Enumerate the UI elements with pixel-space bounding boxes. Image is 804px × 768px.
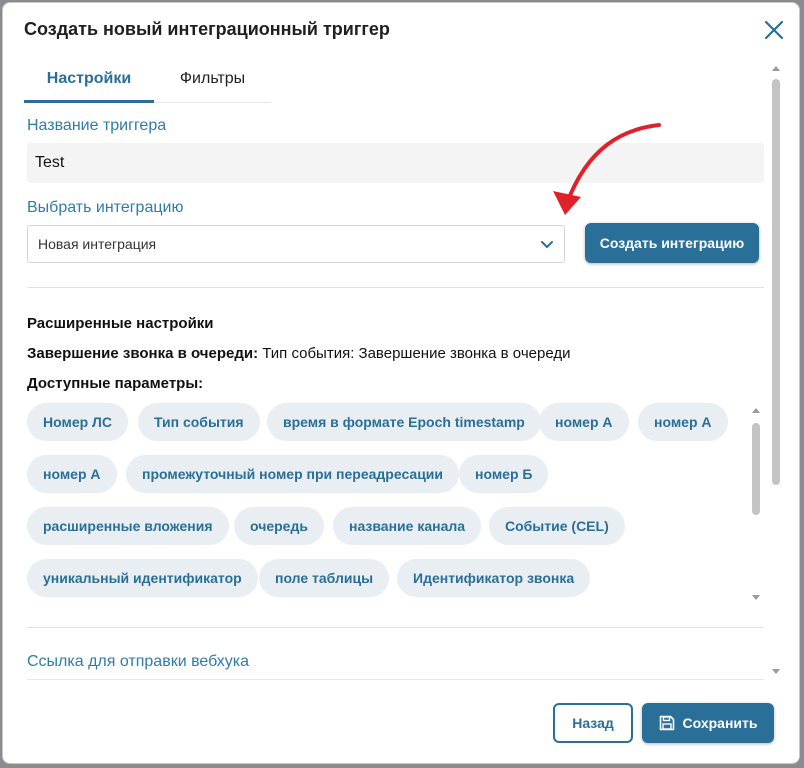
event-description: Завершение звонка в очереди: Тип события…: [27, 345, 570, 362]
available-params-label: Доступные параметры:: [27, 375, 204, 392]
param-chip[interactable]: Идентификатор звонка: [397, 559, 591, 597]
dialog-scrollbar[interactable]: [769, 63, 783, 677]
close-icon[interactable]: [763, 19, 785, 41]
param-chip[interactable]: номер А: [638, 403, 728, 441]
param-chip[interactable]: номер А: [27, 455, 117, 493]
param-chip[interactable]: номер А: [539, 403, 629, 441]
param-chip[interactable]: Событие (CEL): [489, 507, 625, 545]
param-chip[interactable]: поле таблицы: [259, 559, 390, 597]
integration-selected-value: Новая интеграция: [38, 236, 157, 252]
back-button[interactable]: Назад: [553, 703, 633, 743]
save-button-label: Сохранить: [682, 715, 758, 731]
param-chip[interactable]: промежуточный номер при переадресации: [126, 455, 460, 493]
event-label: Завершение звонка в очереди:: [27, 345, 259, 362]
save-button[interactable]: Сохранить: [642, 703, 774, 743]
tab-filters[interactable]: Фильтры: [154, 63, 271, 100]
integration-label: Выбрать интеграцию: [27, 199, 184, 216]
param-chip[interactable]: уникальный идентификатор: [27, 559, 258, 597]
chevron-down-icon: [541, 241, 553, 248]
tab-settings[interactable]: Настройки: [24, 63, 154, 103]
integration-select[interactable]: Новая интеграция: [27, 225, 565, 263]
param-chip[interactable]: очередь: [234, 507, 324, 545]
param-chip[interactable]: Тип события: [138, 403, 260, 441]
advanced-settings-title: Расширенные настройки: [27, 315, 214, 332]
param-chip[interactable]: расширенные вложения: [27, 507, 229, 545]
param-chip[interactable]: название канала: [333, 507, 482, 545]
webhook-url-field: [27, 679, 764, 680]
params-chip-list: Номер ЛС Тип события время в формате Epo…: [27, 403, 747, 603]
param-chip[interactable]: номер Б: [459, 455, 549, 493]
section-divider: [27, 287, 764, 288]
create-trigger-dialog: Создать новый интеграционный триггер Нас…: [2, 2, 800, 764]
webhook-url-label: Ссылка для отправки вебхука: [27, 653, 250, 670]
trigger-name-label: Название триггера: [27, 117, 167, 134]
create-integration-button[interactable]: Создать интеграцию: [585, 223, 759, 263]
section-divider: [27, 627, 764, 628]
save-icon: [659, 715, 674, 731]
params-scrollbar[interactable]: [749, 405, 763, 603]
event-value: Тип события: Завершение звонка в очереди: [262, 345, 571, 362]
param-chip[interactable]: время в формате Epoch timestamp: [267, 403, 541, 441]
trigger-name-input[interactable]: Test: [27, 143, 764, 183]
param-chip[interactable]: Номер ЛС: [27, 403, 128, 441]
dialog-title: Создать новый интеграционный триггер: [24, 19, 390, 39]
tab-bar: Настройки Фильтры: [24, 63, 271, 103]
